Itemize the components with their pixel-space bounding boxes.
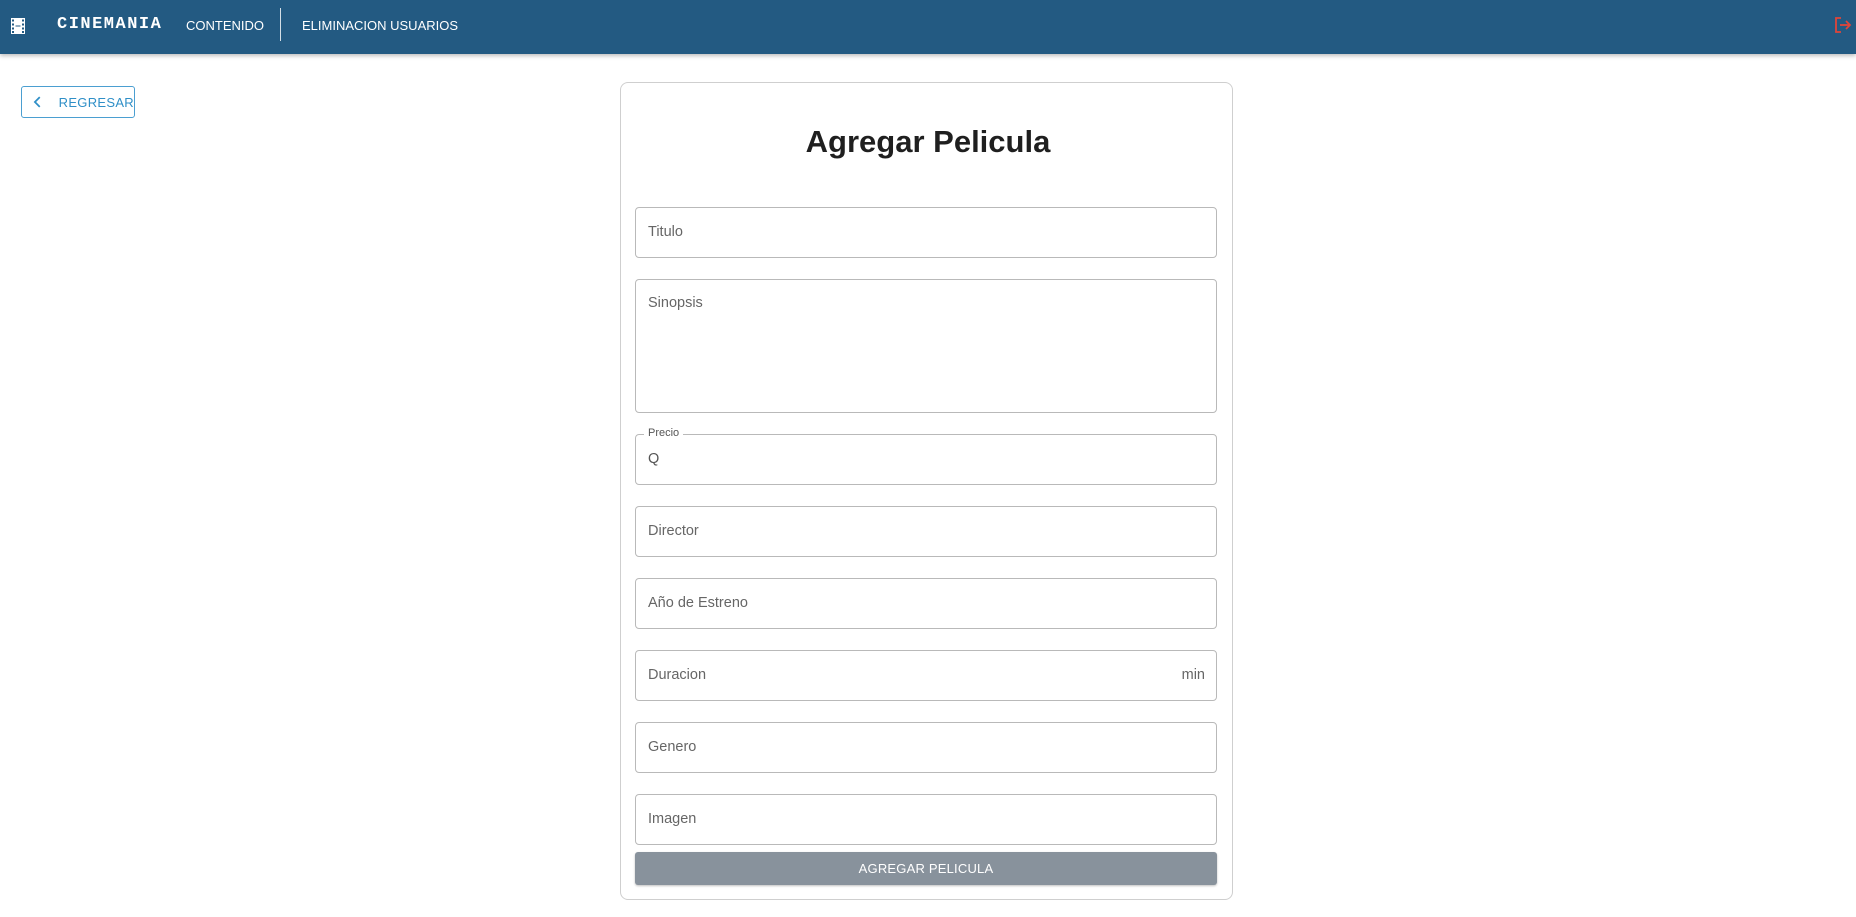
genero-field[interactable]: Genero [635, 722, 1217, 773]
imagen-placeholder: Imagen [648, 811, 697, 827]
precio-prefix: Q [648, 451, 660, 467]
anio-estreno-field[interactable]: Año de Estreno [635, 578, 1217, 629]
duracion-field[interactable]: Duracion min [635, 650, 1217, 701]
back-button[interactable]: REGRESAR [21, 86, 135, 118]
add-movie-card [620, 82, 1233, 900]
logout-icon[interactable] [1834, 16, 1852, 34]
app-bar: CINEMANIA CONTENIDO ELIMINACION USUARIOS [0, 0, 1856, 54]
sinopsis-placeholder: Sinopsis [648, 295, 703, 311]
titulo-placeholder: Titulo [648, 224, 683, 240]
nav-divider [280, 8, 281, 41]
sinopsis-textarea[interactable]: Sinopsis [635, 279, 1217, 413]
titulo-field[interactable]: Titulo [635, 207, 1217, 258]
app-brand[interactable]: CINEMANIA [57, 15, 162, 34]
anio-estreno-placeholder: Año de Estreno [648, 595, 748, 611]
chevron-left-icon [33, 96, 41, 108]
genero-placeholder: Genero [648, 739, 697, 755]
page-title: Agregar Pelicula [805, 124, 1051, 159]
director-field[interactable]: Director [635, 506, 1217, 557]
duracion-suffix: min [1181, 667, 1205, 683]
precio-field[interactable]: Precio Q [635, 427, 1217, 485]
agregar-pelicula-button[interactable]: AGREGAR PELICULA [635, 852, 1217, 885]
precio-label: Precio [644, 427, 684, 439]
nav-contenido[interactable]: CONTENIDO [186, 18, 264, 33]
film-icon [11, 18, 25, 34]
back-button-label: REGRESAR [58, 94, 134, 110]
director-placeholder: Director [648, 523, 699, 539]
duracion-placeholder: Duracion [648, 667, 707, 683]
imagen-field[interactable]: Imagen [635, 794, 1217, 845]
nav-eliminacion-usuarios[interactable]: ELIMINACION USUARIOS [302, 18, 458, 33]
